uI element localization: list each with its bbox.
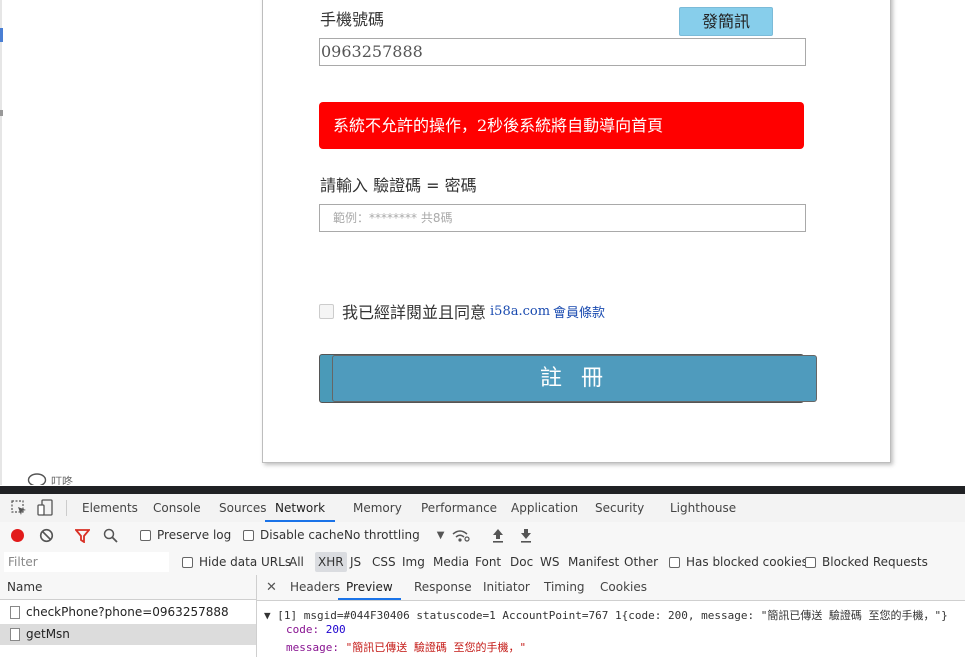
window-edge (0, 0, 2, 485)
web-page: 手機號碼 發簡訊 0963257888 系統不允許的操作，2秒後系統將自動導向首… (0, 0, 965, 485)
site-link[interactable]: i58a.com (490, 304, 550, 319)
request-detail: ✕ Headers Preview Response Initiator Tim… (257, 575, 965, 657)
preview-code-key: code: (286, 623, 320, 636)
tab-memory[interactable]: Memory (353, 494, 402, 522)
blocked-requests-label: Blocked Requests (822, 555, 928, 569)
throttling-value: No throttling (344, 528, 420, 542)
device-toolbar-icon[interactable] (37, 499, 53, 517)
edge-indicator (0, 28, 3, 42)
inspect-icon[interactable] (11, 500, 27, 516)
search-icon[interactable] (103, 528, 118, 543)
hide-data-urls-label: Hide data URLs (199, 555, 292, 569)
terms-agreement: 我已經詳閱並且同意 i58a.com 會員條款 (319, 300, 605, 322)
import-har-icon[interactable] (491, 528, 505, 543)
tab-cookies[interactable]: Cookies (600, 575, 647, 600)
has-blocked-cookies-option[interactable]: Has blocked cookies (669, 549, 808, 575)
send-sms-button[interactable]: 發簡訊 (679, 7, 773, 36)
register-button[interactable]: 註 冊 (332, 355, 817, 402)
tab-headers[interactable]: Headers (290, 575, 340, 600)
blocked-requests-option[interactable]: Blocked Requests (805, 549, 928, 575)
tab-application[interactable]: Application (511, 494, 578, 522)
record-icon[interactable] (10, 528, 25, 543)
filter-js[interactable]: JS (350, 549, 361, 575)
agree-checkbox[interactable] (319, 303, 334, 319)
tab-sources[interactable]: Sources (219, 494, 266, 522)
tab-performance[interactable]: Performance (421, 494, 497, 522)
tab-preview[interactable]: Preview (338, 575, 401, 600)
filter-font[interactable]: Font (475, 549, 501, 575)
preview-message-row: message: "簡訊已傳送 驗證碼 至您的手機，" (286, 639, 526, 655)
preview-message-value: "簡訊已傳送 驗證碼 至您的手機，" (345, 641, 527, 654)
filter-css[interactable]: CSS (372, 549, 396, 575)
preserve-log-option[interactable]: Preserve log (140, 522, 231, 549)
devtools-divider[interactable] (0, 486, 965, 494)
verification-code-input[interactable]: 範例：******** 共8碼 (319, 204, 806, 232)
chat-icon (27, 473, 47, 485)
has-blocked-cookies-label: Has blocked cookies (686, 555, 808, 569)
tab-lighthouse[interactable]: Lighthouse (670, 494, 736, 522)
tab-separator (66, 500, 67, 516)
filter-input[interactable]: Filter (4, 552, 169, 572)
verification-code-label: 請輸入 驗證碼 = 密碼 (320, 176, 477, 195)
disable-cache-checkbox[interactable] (243, 530, 254, 541)
tab-console[interactable]: Console (153, 494, 201, 522)
agree-text: 我已經詳閱並且同意 (342, 303, 487, 322)
request-list: Name checkPhone?phone=0963257888 getMsn (0, 575, 257, 657)
edge-mark (0, 110, 3, 116)
preview-code-row: code: 200 (286, 623, 346, 636)
preserve-log-checkbox[interactable] (140, 530, 151, 541)
disable-cache-label: Disable cache (260, 528, 344, 542)
preview-summary-line[interactable]: ▼ [1] msgid=#044F30406 statuscode=1 Acco… (264, 607, 948, 623)
clear-icon[interactable] (39, 528, 54, 543)
filter-other[interactable]: Other (624, 549, 658, 575)
network-filterbar: Filter Hide data URLs All XHR JS CSS Img… (0, 549, 965, 576)
filter-media[interactable]: Media (433, 549, 469, 575)
error-alert: 系統不允許的操作，2秒後系統將自動導向首頁 (319, 102, 804, 149)
tab-timing[interactable]: Timing (544, 575, 585, 600)
filter-icon[interactable] (75, 529, 90, 543)
preview-code-value: 200 (325, 623, 346, 636)
has-blocked-cookies-checkbox[interactable] (669, 556, 680, 568)
filter-ws[interactable]: WS (540, 549, 559, 575)
detail-tabbar: ✕ Headers Preview Response Initiator Tim… (257, 575, 965, 601)
chat-widget[interactable]: 叮咚 (27, 473, 73, 485)
export-har-icon[interactable] (519, 528, 533, 543)
tab-initiator[interactable]: Initiator (483, 575, 530, 600)
tab-security[interactable]: Security (595, 494, 644, 522)
filter-img[interactable]: Img (402, 549, 425, 575)
blocked-requests-checkbox[interactable] (805, 556, 816, 568)
phone-input[interactable]: 0963257888 (319, 38, 806, 66)
devtools-tabbar: Elements Console Sources Network Memory … (0, 494, 965, 523)
request-row[interactable]: checkPhone?phone=0963257888 (0, 602, 256, 623)
request-name: getMsn (26, 627, 70, 641)
hide-data-urls-option[interactable]: Hide data URLs (182, 549, 291, 575)
file-icon (10, 628, 20, 641)
filter-all[interactable]: All (289, 549, 304, 575)
preview-message-key: message: (286, 641, 339, 654)
close-icon[interactable]: ✕ (266, 575, 277, 600)
file-icon (10, 606, 20, 619)
devtools-panel: Elements Console Sources Network Memory … (0, 494, 965, 657)
tab-elements[interactable]: Elements (82, 494, 138, 522)
tab-network[interactable]: Network (265, 494, 336, 522)
network-toolbar: Preserve log Disable cache No throttling… (0, 522, 965, 550)
preserve-log-label: Preserve log (157, 528, 232, 542)
chat-label: 叮咚 (51, 475, 73, 485)
tab-response[interactable]: Response (414, 575, 472, 600)
request-row[interactable]: getMsn (0, 624, 256, 645)
hide-data-urls-checkbox[interactable] (182, 556, 193, 568)
name-column-header[interactable]: Name (0, 575, 256, 600)
terms-link[interactable]: 會員條款 (553, 302, 605, 321)
wifi-settings-icon[interactable] (452, 529, 470, 543)
disable-cache-option[interactable]: Disable cache (243, 522, 344, 549)
request-name: checkPhone?phone=0963257888 (26, 605, 229, 619)
filter-doc[interactable]: Doc (510, 549, 533, 575)
filter-xhr[interactable]: XHR (315, 552, 347, 572)
throttling-select[interactable]: No throttling ▼ (344, 522, 444, 549)
chevron-down-icon: ▼ (436, 530, 445, 541)
phone-label: 手機號碼 (320, 10, 385, 29)
filter-manifest[interactable]: Manifest (568, 549, 619, 575)
